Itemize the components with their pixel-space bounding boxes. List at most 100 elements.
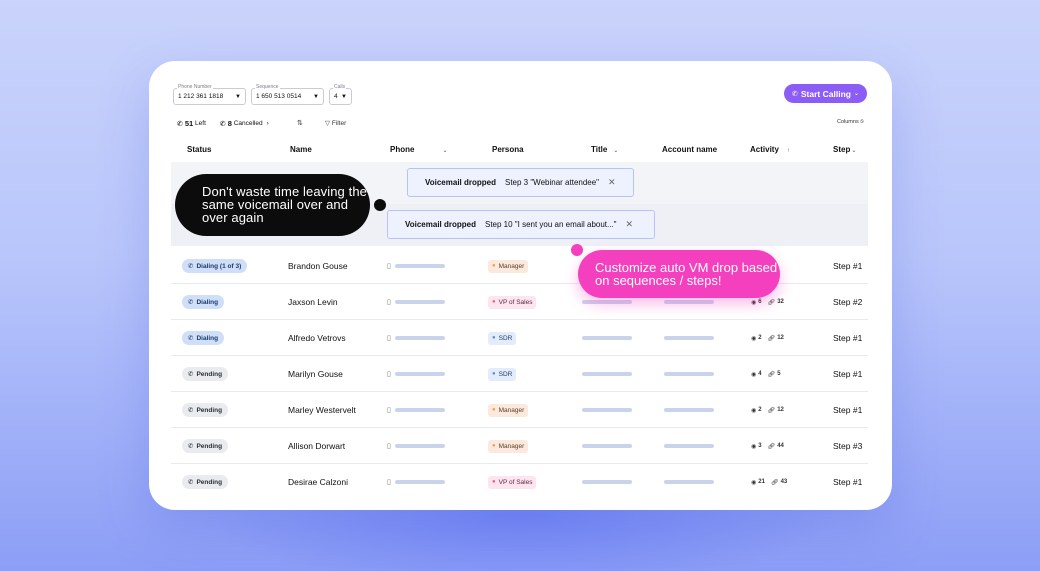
status-text: Dialing bbox=[196, 298, 219, 306]
table-row[interactable]: ✆ Pending Marley Westervelt ▯ ● Manager ◉ 2… bbox=[171, 392, 868, 428]
header-activity-label: Activity bbox=[750, 145, 779, 154]
account-placeholder bbox=[664, 480, 714, 484]
status-badge: ✆ Pending bbox=[182, 475, 229, 489]
left-count: 51 bbox=[184, 119, 194, 128]
persona-text: Manager bbox=[498, 406, 525, 414]
phone-icon: ✆ bbox=[188, 443, 194, 450]
close-icon[interactable]: ✕ bbox=[626, 219, 634, 230]
phone-icon: ✆ bbox=[177, 120, 183, 128]
dialer-card: Phone Number 1 212 361 1818 ▼ Sequence 1 … bbox=[149, 61, 892, 510]
phone-number-label: Phone Number bbox=[177, 84, 213, 90]
table-row[interactable]: ✆ Pending Desirae Calzoni ▯ ● VP of Sales … bbox=[171, 464, 868, 500]
header-title[interactable]: Title ⌄ bbox=[591, 145, 618, 154]
phone-icon: ✆ bbox=[188, 479, 194, 486]
phone-placeholder bbox=[394, 264, 445, 268]
links-count: 12 bbox=[777, 335, 784, 341]
status-text: Dialing bbox=[196, 334, 219, 342]
header-phone-label: Phone bbox=[390, 145, 415, 154]
persona-text: Manager bbox=[498, 262, 525, 270]
persona-badge: ● VP of Sales bbox=[488, 295, 537, 309]
contact-name[interactable]: Alfredo Vetrovs bbox=[288, 320, 346, 356]
sequence-label: Sequence bbox=[255, 84, 280, 90]
sort-up-icon: ↑ bbox=[786, 148, 790, 154]
account-placeholder bbox=[664, 336, 714, 340]
header-persona[interactable]: Persona bbox=[492, 145, 524, 154]
contact-name[interactable]: Jaxson Levin bbox=[288, 284, 338, 320]
header-step[interactable]: Step⌄ bbox=[833, 145, 856, 154]
step-label: Step #1 bbox=[833, 333, 863, 343]
contact-name[interactable]: Marley Westervelt bbox=[288, 392, 356, 428]
account-placeholder bbox=[664, 372, 714, 376]
voicemail-detail: Step 3 "Webinar attendee" bbox=[504, 178, 600, 187]
link-icon: 🔗︎ bbox=[767, 299, 776, 306]
eye-icon: ◉ bbox=[751, 443, 757, 450]
dot-icon: ● bbox=[492, 263, 496, 269]
table-row[interactable]: ✆ Pending Allison Dorwart ▯ ● Manager ◉ 3 🔗︎… bbox=[171, 428, 868, 464]
table-row[interactable]: ✆ Pending Marilyn Gouse ▯ ● SDR ◉ 4 🔗︎ 5 Step… bbox=[171, 356, 868, 392]
phone-number-select[interactable]: Phone Number 1 212 361 1818 ▼ bbox=[173, 84, 246, 105]
persona-text: SDR bbox=[498, 334, 513, 342]
step-label: Step #1 bbox=[833, 261, 863, 271]
title-placeholder bbox=[582, 444, 632, 448]
status-text: Dialing (1 of 3) bbox=[196, 262, 242, 270]
header-status[interactable]: Status bbox=[187, 145, 211, 154]
chevron-down-icon: ⌄ bbox=[853, 91, 859, 97]
sequence-select[interactable]: Sequence 1 650 513 0514 ▼ bbox=[251, 84, 324, 105]
link-icon: 🔗︎ bbox=[767, 443, 776, 450]
columns-button[interactable]: Columns ⦸ bbox=[837, 119, 864, 126]
persona-badge: ● Manager bbox=[488, 403, 529, 417]
sort-icon[interactable]: ⇅ bbox=[297, 119, 303, 127]
phone-placeholder bbox=[394, 372, 445, 376]
title-placeholder bbox=[582, 300, 632, 304]
links-count: 44 bbox=[777, 443, 784, 449]
phone-number-value: 1 212 361 1818 bbox=[178, 93, 224, 100]
start-calling-button[interactable]: ✆ Start Calling ⌄ bbox=[784, 84, 867, 103]
dot-icon: ● bbox=[492, 335, 496, 341]
phone-placeholder bbox=[394, 444, 445, 448]
views-count: 2 bbox=[758, 407, 762, 413]
eye-icon: ◉ bbox=[751, 479, 757, 486]
persona-text: VP of Sales bbox=[498, 478, 533, 486]
mobile-icon: ▯ bbox=[387, 299, 391, 306]
link-icon: 🔗︎ bbox=[767, 407, 776, 414]
dot-icon: ● bbox=[492, 479, 496, 485]
mobile-icon: ▯ bbox=[387, 335, 391, 342]
persona-badge: ● Manager bbox=[488, 439, 529, 453]
persona-badge: ● VP of Sales bbox=[488, 475, 537, 489]
chevron-down-icon: ⌄ bbox=[613, 148, 619, 154]
header-title-label: Title bbox=[591, 145, 608, 154]
contact-name[interactable]: Allison Dorwart bbox=[288, 428, 345, 464]
header-phone[interactable]: Phone ⌄ bbox=[390, 145, 447, 154]
persona-text: SDR bbox=[498, 370, 513, 378]
header-activity[interactable]: Activity ↑ bbox=[750, 145, 790, 154]
voicemail-banner: Voicemail dropped Step 3 "Webinar attend… bbox=[407, 168, 634, 197]
phone-icon: ✆ bbox=[219, 120, 226, 128]
persona-badge: ● SDR bbox=[488, 331, 517, 345]
link-icon: 🔗︎ bbox=[770, 479, 779, 486]
columns-label: Columns bbox=[837, 119, 859, 125]
dot-icon: ● bbox=[492, 407, 496, 413]
filter-button[interactable]: ▽ Filter bbox=[325, 119, 346, 127]
voicemail-banner: Voicemail dropped Step 10 "I sent you an… bbox=[387, 210, 655, 239]
cancelled-label[interactable]: Cancelled bbox=[234, 120, 263, 127]
calls-select[interactable]: Calls 4 ▼ bbox=[329, 84, 352, 105]
caret-down-icon: ▼ bbox=[235, 93, 241, 100]
dot-icon: ● bbox=[492, 371, 496, 377]
contact-name[interactable]: Brandon Gouse bbox=[288, 248, 348, 284]
eye-icon: ◉ bbox=[751, 299, 757, 306]
header-step-label: Step bbox=[833, 145, 851, 154]
table-row[interactable]: ✆ Dialing Alfredo Vetrovs ▯ ● SDR ◉ 2 🔗︎ 12 S… bbox=[171, 320, 868, 356]
phone-placeholder bbox=[394, 480, 445, 484]
account-placeholder bbox=[664, 444, 714, 448]
cancelled-count: 8 bbox=[227, 119, 232, 128]
phone-icon: ✆ bbox=[792, 90, 798, 98]
contact-name[interactable]: Marilyn Gouse bbox=[288, 356, 343, 392]
status-badge: ✆ Dialing bbox=[182, 295, 225, 309]
chevron-right-icon[interactable]: › bbox=[267, 120, 269, 127]
header-account[interactable]: Account name bbox=[662, 145, 717, 154]
views-count: 2 bbox=[758, 335, 762, 341]
header-name[interactable]: Name bbox=[290, 145, 312, 154]
contact-name[interactable]: Desirae Calzoni bbox=[288, 464, 348, 500]
step-label: Step #3 bbox=[833, 441, 863, 451]
close-icon[interactable]: ✕ bbox=[608, 177, 616, 188]
